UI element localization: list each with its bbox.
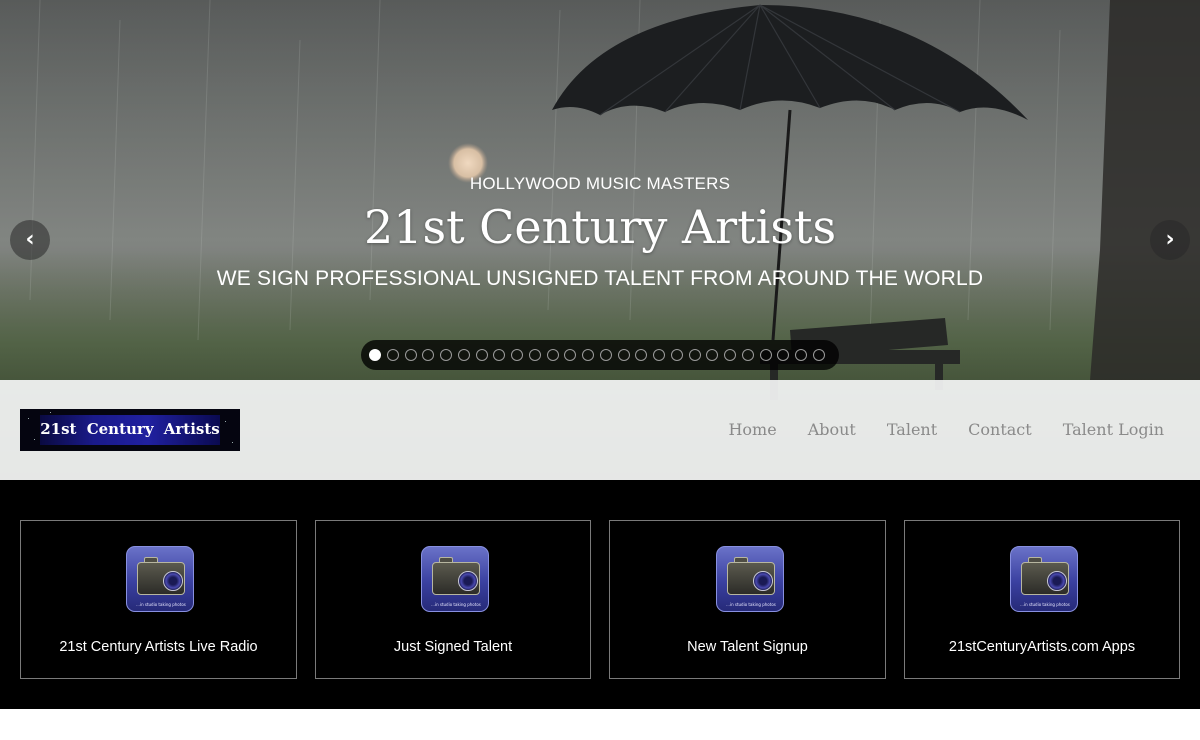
- carousel-dot[interactable]: [670, 349, 683, 361]
- carousel-dot[interactable]: [599, 349, 612, 361]
- feature-card-label: 21stCenturyArtists.com Apps: [948, 639, 1136, 655]
- nav-about-link[interactable]: About: [808, 420, 856, 439]
- carousel-dot[interactable]: [546, 349, 559, 361]
- nav-talent-login-link[interactable]: Talent Login: [1063, 420, 1164, 439]
- carousel-dot[interactable]: [493, 349, 506, 361]
- carousel-dot[interactable]: [741, 349, 754, 361]
- carousel-dot[interactable]: [812, 349, 825, 361]
- carousel-dot[interactable]: [511, 349, 523, 361]
- nav-home-link[interactable]: Home: [728, 420, 776, 439]
- hero-kicker: HOLLYWOOD MUSIC MASTERS: [469, 174, 731, 193]
- camera-icon: ...in studio taking photos: [421, 546, 489, 612]
- carousel-dot[interactable]: [404, 349, 417, 361]
- icon-caption: ...in studio taking photos: [136, 602, 186, 607]
- feature-card-label: New Talent Signup: [687, 639, 808, 655]
- carousel-pager: [361, 340, 839, 370]
- carousel-dot[interactable]: [653, 349, 665, 361]
- carousel-dot[interactable]: [777, 349, 790, 361]
- feature-card-apps[interactable]: ...in studio taking photos 21stCenturyAr…: [904, 520, 1180, 679]
- feature-card-label: Just Signed Talent: [393, 639, 513, 655]
- site-header: 21st Century Artists Home About Talent C…: [0, 380, 1200, 480]
- carousel-dot[interactable]: [706, 349, 719, 361]
- icon-caption: ...in studio taking photos: [431, 602, 481, 607]
- feature-card-live-radio[interactable]: ...in studio taking photos 21st Century …: [20, 520, 297, 679]
- features-section: ...in studio taking photos 21st Century …: [0, 480, 1200, 709]
- carousel-dot[interactable]: [440, 349, 452, 361]
- hero-title: 21st Century Artists: [363, 200, 837, 254]
- carousel-dot[interactable]: [422, 349, 435, 361]
- logo-text: 21st Century Artists: [40, 420, 220, 438]
- carousel-dot[interactable]: [475, 349, 488, 361]
- nav-talent-link[interactable]: Talent: [887, 420, 937, 439]
- carousel-dot[interactable]: [582, 349, 594, 361]
- carousel-dot[interactable]: [386, 349, 399, 361]
- hero-tagline: WE SIGN PROFESSIONAL UNSIGNED TALENT FRO…: [216, 267, 984, 290]
- carousel-dot[interactable]: [795, 349, 807, 361]
- carousel-dot[interactable]: [635, 349, 648, 361]
- feature-card-label: 21st Century Artists Live Radio: [59, 639, 258, 655]
- main-nav: Home About Talent Contact Talent Login: [697, 420, 1164, 439]
- camera-icon: ...in studio taking photos: [716, 546, 784, 612]
- camera-icon: ...in studio taking photos: [1010, 546, 1078, 612]
- carousel-dot[interactable]: [688, 349, 701, 361]
- carousel-dot[interactable]: [724, 349, 736, 361]
- carousel-dot[interactable]: [528, 349, 541, 361]
- feature-card-talent-signup[interactable]: ...in studio taking photos New Talent Si…: [609, 520, 886, 679]
- chevron-left-icon: ‹: [25, 227, 35, 252]
- carousel-dot[interactable]: [759, 349, 772, 361]
- carousel-dot[interactable]: [564, 349, 577, 361]
- chevron-right-icon: ›: [1165, 227, 1175, 252]
- carousel-dot[interactable]: [457, 349, 470, 361]
- camera-icon: ...in studio taking photos: [126, 546, 194, 612]
- carousel-dot[interactable]: [369, 349, 381, 361]
- site-logo[interactable]: 21st Century Artists: [20, 409, 240, 451]
- icon-caption: ...in studio taking photos: [726, 602, 776, 607]
- carousel-dot[interactable]: [617, 349, 630, 361]
- nav-contact-link[interactable]: Contact: [968, 420, 1032, 439]
- carousel-next-button[interactable]: ›: [1150, 220, 1190, 260]
- carousel-prev-button[interactable]: ‹: [10, 220, 50, 260]
- feature-card-just-signed[interactable]: ...in studio taking photos Just Signed T…: [315, 520, 591, 679]
- icon-caption: ...in studio taking photos: [1020, 602, 1070, 607]
